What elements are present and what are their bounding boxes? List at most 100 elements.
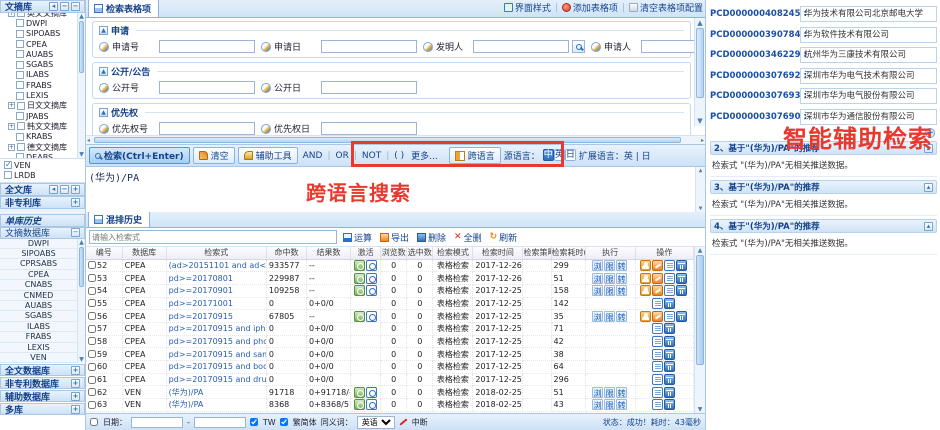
row-checkbox[interactable] — [88, 363, 96, 371]
tree-item-ILABS[interactable]: ILABS — [2, 70, 85, 80]
table-row[interactable]: 56CPEApd>=2017091567805--00表格检索2017-12-2… — [86, 310, 694, 323]
column-header[interactable]: 数据库 — [122, 247, 166, 259]
user-icon[interactable] — [640, 273, 651, 284]
expand-icon[interactable]: + — [8, 102, 15, 109]
tree-item-VEN[interactable]: VEN — [4, 160, 85, 170]
fanjian-checkbox[interactable] — [280, 418, 288, 426]
query-cell[interactable]: (ad>20151101 and ad<20161.. — [166, 259, 266, 272]
query-cell[interactable]: (华为)/PA — [166, 399, 266, 412]
db-list-item-FRABS[interactable]: FRABS — [0, 332, 77, 342]
language-button-日[interactable]: 日 — [565, 149, 576, 161]
cross-language-button[interactable]: 跨语言 — [449, 147, 501, 164]
table-row[interactable]: 58CPEApd>=20170915 and phone00+0/000表格检索… — [86, 335, 694, 348]
column-header[interactable]: 命中数 — [266, 247, 306, 259]
ui-style-button[interactable]: 界面样式 — [504, 1, 551, 14]
query-cell[interactable]: pd>=20170915 and samsung — [166, 348, 266, 361]
column-header[interactable]: 检索时间 — [473, 247, 523, 259]
copy-icon[interactable] — [652, 336, 663, 347]
column-header[interactable]: 检索策略 — [523, 247, 551, 259]
form-scrollbar[interactable]: ▲▼ — [694, 18, 705, 126]
collapse-icon[interactable]: ▲ — [99, 67, 108, 76]
delete-all-button[interactable]: ✕全删 — [452, 231, 484, 244]
db-list-item-DWPI[interactable]: DWPI — [0, 239, 77, 249]
operator-paren[interactable]: ( ) — [392, 151, 406, 161]
more-operators[interactable]: 更多... — [409, 149, 440, 162]
db-list-item-CPRSABS[interactable]: CPRSABS — [0, 259, 77, 269]
tree-item-LRDB[interactable]: LRDB — [4, 170, 85, 180]
table-row[interactable]: 59CPEApd>=20170915 and samsung00+0/000表格… — [86, 348, 694, 361]
tree-item-CPEA[interactable]: CPEA — [2, 39, 85, 49]
table-row[interactable]: 54CPEApd>=20170901109258--00表格检索2017-12-… — [86, 284, 694, 297]
checkbox[interactable] — [16, 92, 24, 100]
pcd-id[interactable]: PCD000000390784 : — [710, 30, 798, 40]
copy-icon[interactable] — [664, 260, 675, 271]
copy-icon[interactable] — [652, 387, 663, 398]
table-row[interactable]: 63VEN(华为)/PA83680+8368/512000表格检索2018-02… — [86, 399, 694, 412]
exec-button-限[interactable]: 限 — [604, 387, 615, 398]
user-icon[interactable] — [640, 285, 651, 296]
language-button-英[interactable]: 英 — [554, 149, 565, 161]
query-cell[interactable]: pd>=20170915 — [166, 310, 266, 323]
pin-icon[interactable]: ◂ — [49, 2, 58, 11]
trash-icon[interactable] — [664, 374, 675, 385]
tree-item-AUABS[interactable]: AUABS — [2, 49, 85, 59]
field-input-申请号[interactable] — [159, 40, 255, 53]
export-button[interactable]: 导出 — [378, 231, 411, 244]
checkbox[interactable] — [16, 133, 24, 141]
delete-button[interactable]: 删除 — [415, 231, 448, 244]
export-icon[interactable] — [652, 260, 663, 271]
table-row[interactable]: 55CPEApd>=2017100100+0/000表格检索2017-12-25… — [86, 297, 694, 310]
expand-icon[interactable]: + — [8, 13, 15, 17]
copy-icon[interactable] — [652, 399, 663, 410]
exec-button-限[interactable]: 限 — [604, 285, 615, 296]
expand-more-icon[interactable]: ✚ — [925, 128, 935, 138]
checkbox[interactable] — [17, 13, 25, 17]
collapse-icon[interactable]: − — [71, 2, 80, 11]
query-cell[interactable]: pd>=20170915 and iphone — [166, 322, 266, 335]
query-cell[interactable]: pd>=20170915 and phone — [166, 335, 266, 348]
exec-button-浏[interactable]: 浏 — [592, 273, 603, 284]
synonym-select[interactable]: 英语 — [357, 416, 395, 429]
row-checkbox[interactable] — [88, 325, 96, 333]
row-checkbox[interactable] — [88, 312, 96, 320]
expand-icon[interactable]: + — [71, 198, 80, 207]
tree-item-LEXIS[interactable]: LEXIS — [2, 90, 85, 100]
row-checkbox[interactable] — [88, 388, 96, 396]
field-input-公开日[interactable] — [321, 81, 417, 94]
column-header[interactable]: 激活 — [351, 247, 381, 259]
preview-icon[interactable] — [366, 399, 377, 410]
tree-item-SIPOABS[interactable]: SIPOABS — [2, 29, 85, 39]
trash-icon[interactable] — [664, 361, 675, 372]
tree-item-SGABS[interactable]: SGABS — [2, 59, 85, 69]
expand-icon[interactable]: + — [8, 123, 15, 130]
pcd-id[interactable]: PCD000000408245 : — [710, 9, 798, 19]
tree-item-DEABS[interactable]: DEABS — [2, 152, 85, 159]
interrupt-label[interactable]: 中断 — [412, 417, 428, 428]
operator-not[interactable]: NOT — [360, 151, 383, 161]
exec-button-限[interactable]: 限 — [604, 273, 615, 284]
copy-icon[interactable] — [652, 298, 663, 309]
field-input-公开号[interactable] — [159, 81, 255, 94]
db-list-item-ILABS[interactable]: ILABS — [0, 322, 77, 332]
accordion-多库[interactable]: 多库+ — [0, 403, 85, 415]
accordion-全文数据库[interactable]: 全文数据库+ — [0, 364, 85, 376]
db-list-item-CPEA[interactable]: CPEA — [0, 270, 77, 280]
db-list-scrollbar[interactable]: ▲▼ — [77, 239, 85, 364]
user-icon[interactable] — [640, 260, 651, 271]
trash-icon[interactable] — [676, 311, 687, 322]
assist-section-header[interactable]: 3、基于"(华为)/PA"的推荐▴ — [710, 180, 937, 194]
clear-form-config-button[interactable]: 清空表格项配置 — [629, 1, 703, 14]
expand-icon[interactable]: + — [71, 379, 80, 388]
exec-button-转[interactable]: 转 — [616, 260, 627, 271]
pcd-id[interactable]: PCD000000346229 : — [710, 50, 798, 60]
collapse-icon[interactable]: ▴ — [924, 144, 933, 153]
expand-icon[interactable]: + — [71, 185, 80, 194]
table-row[interactable]: 60CPEApd>=20170915 and book00+0/000表格检索2… — [86, 361, 694, 374]
expand-icon[interactable]: + — [71, 405, 80, 414]
exec-button-浏[interactable]: 浏 — [592, 285, 603, 296]
trash-icon[interactable] — [664, 399, 675, 410]
form-hscrollbar[interactable]: ◂▸ — [86, 135, 705, 144]
preview-icon[interactable] — [366, 387, 377, 398]
export-icon[interactable] — [652, 273, 663, 284]
db-list-item-SIPOABS[interactable]: SIPOABS — [0, 249, 77, 259]
